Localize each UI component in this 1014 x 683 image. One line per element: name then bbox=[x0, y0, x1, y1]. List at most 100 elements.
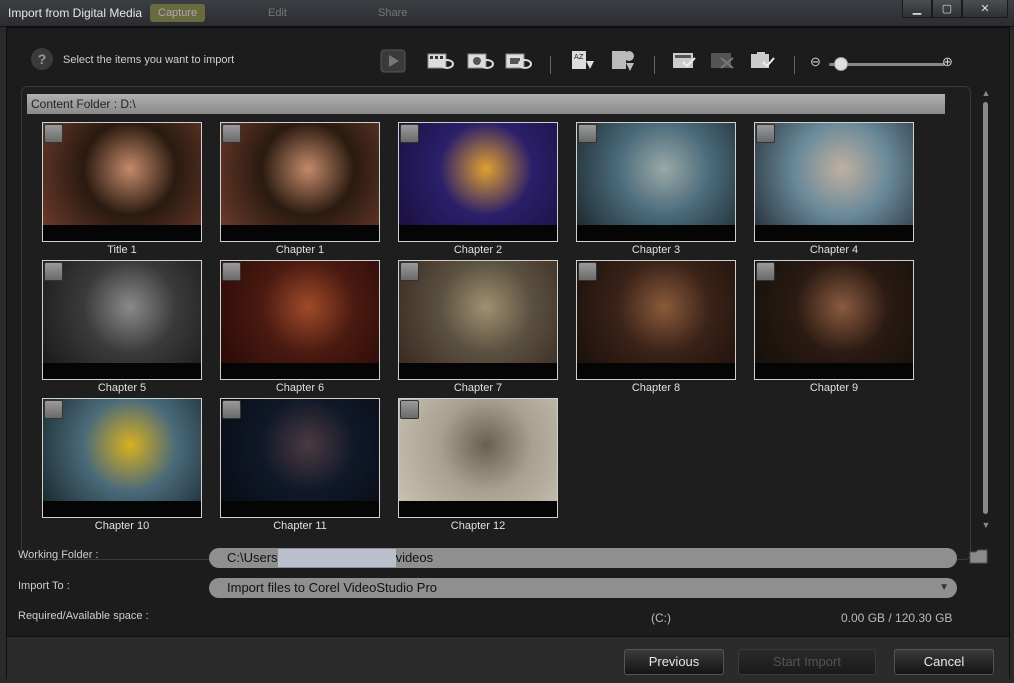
browse-folder-icon[interactable] bbox=[969, 548, 989, 564]
thumbnail-label: Chapter 6 bbox=[275, 382, 325, 394]
import-to-dropdown[interactable]: Import files to Corel VideoStudio Pro ▼ bbox=[209, 578, 957, 598]
select-checkbox[interactable] bbox=[756, 262, 775, 281]
media-thumbnail[interactable] bbox=[220, 260, 380, 380]
media-thumbnail[interactable] bbox=[754, 260, 914, 380]
thumbnail-image bbox=[755, 261, 913, 363]
scroll-up-arrow-icon[interactable]: ▲ bbox=[981, 88, 991, 98]
working-folder-label: Working Folder : bbox=[18, 549, 99, 561]
thumbnail-image bbox=[43, 123, 201, 225]
scene-view-icon[interactable] bbox=[466, 49, 494, 73]
zoom-slider-handle[interactable] bbox=[834, 57, 849, 71]
import-to-value: Import files to Corel VideoStudio Pro bbox=[227, 580, 438, 595]
thumbnail-image bbox=[399, 123, 557, 225]
frame-view-icon[interactable] bbox=[504, 49, 532, 73]
instruction-text: Select the items you want to import bbox=[63, 54, 235, 66]
working-folder-field[interactable]: C:\Users videos bbox=[209, 548, 957, 568]
space-value: 0.00 GB / 120.30 GB bbox=[841, 611, 953, 625]
thumbnail-label: Chapter 3 bbox=[631, 244, 681, 256]
thumbnail-image bbox=[221, 123, 379, 225]
thumbnail-image bbox=[221, 399, 379, 501]
media-thumbnail[interactable] bbox=[398, 122, 558, 242]
thumbnail-label: Chapter 12 bbox=[450, 520, 506, 532]
select-checkbox[interactable] bbox=[222, 400, 241, 419]
media-thumbnail[interactable] bbox=[398, 398, 558, 518]
select-checkbox[interactable] bbox=[44, 124, 63, 143]
svg-text:AZ: AZ bbox=[574, 53, 584, 61]
select-checkbox[interactable] bbox=[400, 262, 419, 281]
dropdown-arrow-icon[interactable]: ▼ bbox=[939, 578, 949, 598]
thumbnail-label: Chapter 10 bbox=[94, 520, 150, 532]
media-thumbnail[interactable] bbox=[220, 398, 380, 518]
redacted-username bbox=[277, 549, 396, 567]
media-thumbnail[interactable] bbox=[398, 260, 558, 380]
content-panel: Content Folder : D:\ Title 1 Chapter 1 Cha… bbox=[21, 86, 971, 560]
thumbnail-label: Chapter 9 bbox=[809, 382, 859, 394]
thumbnail-image bbox=[399, 261, 557, 363]
maximize-button[interactable]: ▢ bbox=[932, 0, 962, 18]
select-checkbox[interactable] bbox=[44, 400, 63, 419]
media-thumbnail[interactable] bbox=[42, 260, 202, 380]
media-thumbnail[interactable] bbox=[576, 122, 736, 242]
thumbnail-label: Chapter 4 bbox=[809, 244, 859, 256]
thumbnail-image bbox=[577, 123, 735, 225]
toolbar-separator bbox=[654, 56, 655, 74]
select-checkbox[interactable] bbox=[578, 262, 597, 281]
background-tab-capture: Capture bbox=[150, 4, 206, 22]
media-thumbnail[interactable] bbox=[754, 122, 914, 242]
thumbnail-label: Chapter 5 bbox=[97, 382, 147, 394]
deselect-all-icon[interactable] bbox=[709, 49, 737, 73]
working-folder-suffix: videos bbox=[395, 550, 434, 565]
background-tab-share: Share bbox=[378, 7, 408, 19]
thumbnail-image bbox=[43, 261, 201, 363]
scroll-down-arrow-icon[interactable]: ▼ bbox=[981, 520, 991, 530]
space-label: Required/Available space : bbox=[18, 610, 149, 622]
media-thumbnail[interactable] bbox=[576, 260, 736, 380]
sort-by-date-icon[interactable] bbox=[609, 49, 637, 73]
import-dialog: ? Select the items you want to import AZ… bbox=[6, 27, 1010, 679]
thumbnail-image bbox=[755, 123, 913, 225]
thumbnail-image bbox=[43, 399, 201, 501]
media-thumbnail[interactable] bbox=[42, 122, 202, 242]
thumbnail-label: Title 1 bbox=[107, 244, 137, 256]
scrollbar-thumb[interactable] bbox=[983, 102, 988, 514]
dialog-footer: Previous Start Import Cancel bbox=[7, 636, 1009, 679]
cancel-button[interactable]: Cancel bbox=[894, 649, 994, 675]
thumbnail-label: Chapter 2 bbox=[453, 244, 503, 256]
content-folder-header: Content Folder : D:\ bbox=[27, 94, 945, 114]
toolbar-separator bbox=[550, 56, 551, 74]
select-checkbox[interactable] bbox=[400, 124, 419, 143]
thumbnail-label: Chapter 7 bbox=[453, 382, 503, 394]
minimize-button[interactable]: ▁ bbox=[902, 0, 932, 18]
thumbnail-image bbox=[399, 399, 557, 501]
zoom-in-icon[interactable]: ⊕ bbox=[942, 54, 953, 70]
vertical-scrollbar[interactable]: ▲ ▼ bbox=[981, 88, 991, 530]
select-checkbox[interactable] bbox=[578, 124, 597, 143]
title-bar: Import from Digital Media Capture Edit S… bbox=[0, 0, 1014, 27]
media-thumbnail[interactable] bbox=[42, 398, 202, 518]
drive-label: (C:) bbox=[651, 611, 671, 625]
thumbnail-label: Chapter 11 bbox=[273, 520, 327, 532]
import-to-label: Import To : bbox=[18, 580, 70, 592]
select-checkbox[interactable] bbox=[222, 124, 241, 143]
thumbnail-image bbox=[221, 261, 379, 363]
start-import-button[interactable]: Start Import bbox=[738, 649, 876, 675]
help-icon[interactable]: ? bbox=[31, 48, 53, 70]
background-tab-edit: Edit bbox=[268, 7, 287, 19]
select-checkbox[interactable] bbox=[44, 262, 63, 281]
media-thumbnail[interactable] bbox=[220, 122, 380, 242]
close-button[interactable]: ✕ bbox=[962, 0, 1008, 18]
select-checkbox[interactable] bbox=[222, 262, 241, 281]
thumbnail-image bbox=[577, 261, 735, 363]
clip-view-icon[interactable] bbox=[426, 49, 454, 73]
mark-icon[interactable] bbox=[749, 49, 777, 73]
select-checkbox[interactable] bbox=[400, 400, 419, 419]
select-checkbox[interactable] bbox=[756, 124, 775, 143]
previous-button[interactable]: Previous bbox=[624, 649, 724, 675]
select-all-icon[interactable] bbox=[671, 49, 699, 73]
sort-by-name-icon[interactable]: AZ bbox=[569, 49, 597, 73]
zoom-out-icon[interactable]: ⊖ bbox=[810, 54, 821, 70]
thumbnail-label: Chapter 8 bbox=[631, 382, 681, 394]
thumbnail-label: Chapter 1 bbox=[275, 244, 325, 256]
play-icon[interactable] bbox=[379, 49, 407, 73]
window-title: Import from Digital Media bbox=[8, 6, 143, 20]
